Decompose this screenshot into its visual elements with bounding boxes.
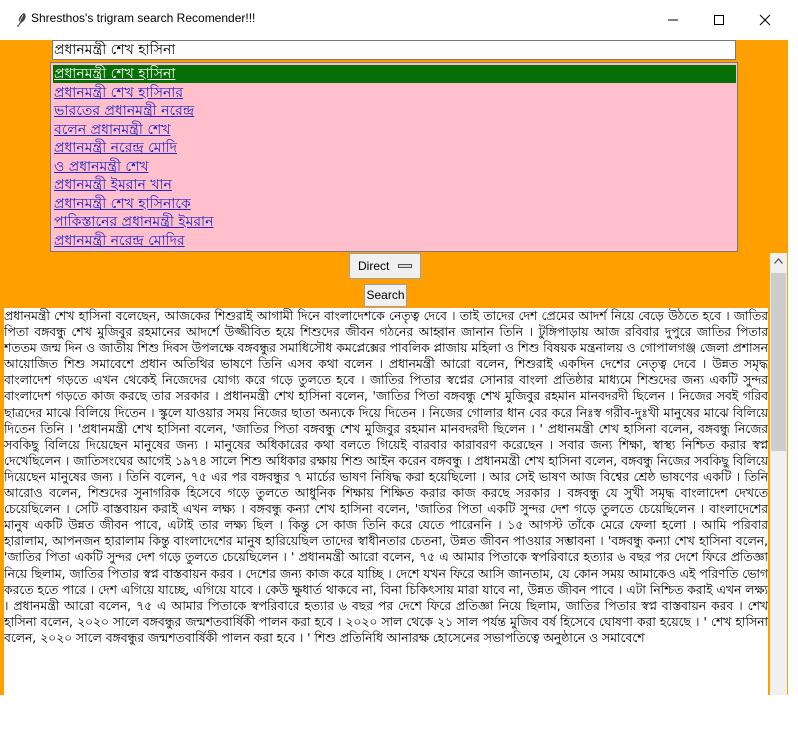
minimize-button[interactable] xyxy=(650,0,696,40)
mode-option-menu[interactable]: Direct xyxy=(349,253,421,279)
close-button[interactable] xyxy=(742,0,788,40)
main-panel: প্রধানমন্ত্রী শেখ হাসিনা প্রধানমন্ত্রী শ… xyxy=(0,40,788,695)
scroll-up-button[interactable] xyxy=(770,253,787,270)
suggestion-item[interactable]: পাকিস্তানের প্রধানমন্ত্রী ইমরান xyxy=(53,213,736,231)
suggestion-item[interactable]: প্রধানমন্ত্রী ইমরান খান xyxy=(53,176,736,194)
suggestion-list[interactable]: প্রধানমন্ত্রী শেখ হাসিনা প্রধানমন্ত্রী শ… xyxy=(50,62,738,252)
chevron-up-icon xyxy=(774,258,783,264)
close-icon xyxy=(759,14,771,26)
suggestion-item[interactable]: প্রধানমন্ত্রী শেখ হাসিনা xyxy=(53,65,736,83)
suggestion-item[interactable]: প্রধানমন্ত্রী শেখ হাসিনার xyxy=(53,84,736,102)
feather-icon xyxy=(14,12,28,28)
title-bar: Shresthos's trigram search Recomender!!! xyxy=(0,0,798,40)
maximize-icon xyxy=(714,15,724,25)
result-text-area[interactable]: প্রধানমন্ত্রী শেখ হাসিনা বলেছেন, আজকের শ… xyxy=(4,308,768,695)
vertical-scrollbar[interactable] xyxy=(770,253,787,695)
suggestion-item[interactable]: ভারতের প্রধানমন্ত্রী নরেন্দ্র xyxy=(53,102,736,120)
window-bottom-edge xyxy=(0,695,798,738)
search-input[interactable]: প্রধানমন্ত্রী শেখ হাসিনা xyxy=(52,40,736,60)
search-button[interactable]: Search xyxy=(364,284,407,307)
window-title: Shresthos's trigram search Recomender!!! xyxy=(31,11,256,25)
option-menu-indicator-icon xyxy=(398,264,412,268)
scroll-thumb[interactable] xyxy=(771,273,786,451)
suggestion-item[interactable]: প্রধানমন্ত্রী নরেন্দ্র মোদি xyxy=(53,139,736,157)
suggestion-item[interactable]: প্রধানমন্ত্রী শেখ হাসিনাকে xyxy=(53,195,736,213)
maximize-button[interactable] xyxy=(696,0,742,40)
minimize-icon xyxy=(668,19,678,21)
suggestion-item[interactable]: প্রধানমন্ত্রী নরেন্দ্র মোদির xyxy=(53,232,736,250)
suggestion-item[interactable]: বলেন প্রধানমন্ত্রী শেখ xyxy=(53,121,736,139)
mode-value: Direct xyxy=(358,259,390,273)
suggestion-item[interactable]: ও প্রধানমন্ত্রী শেখ xyxy=(53,158,736,176)
